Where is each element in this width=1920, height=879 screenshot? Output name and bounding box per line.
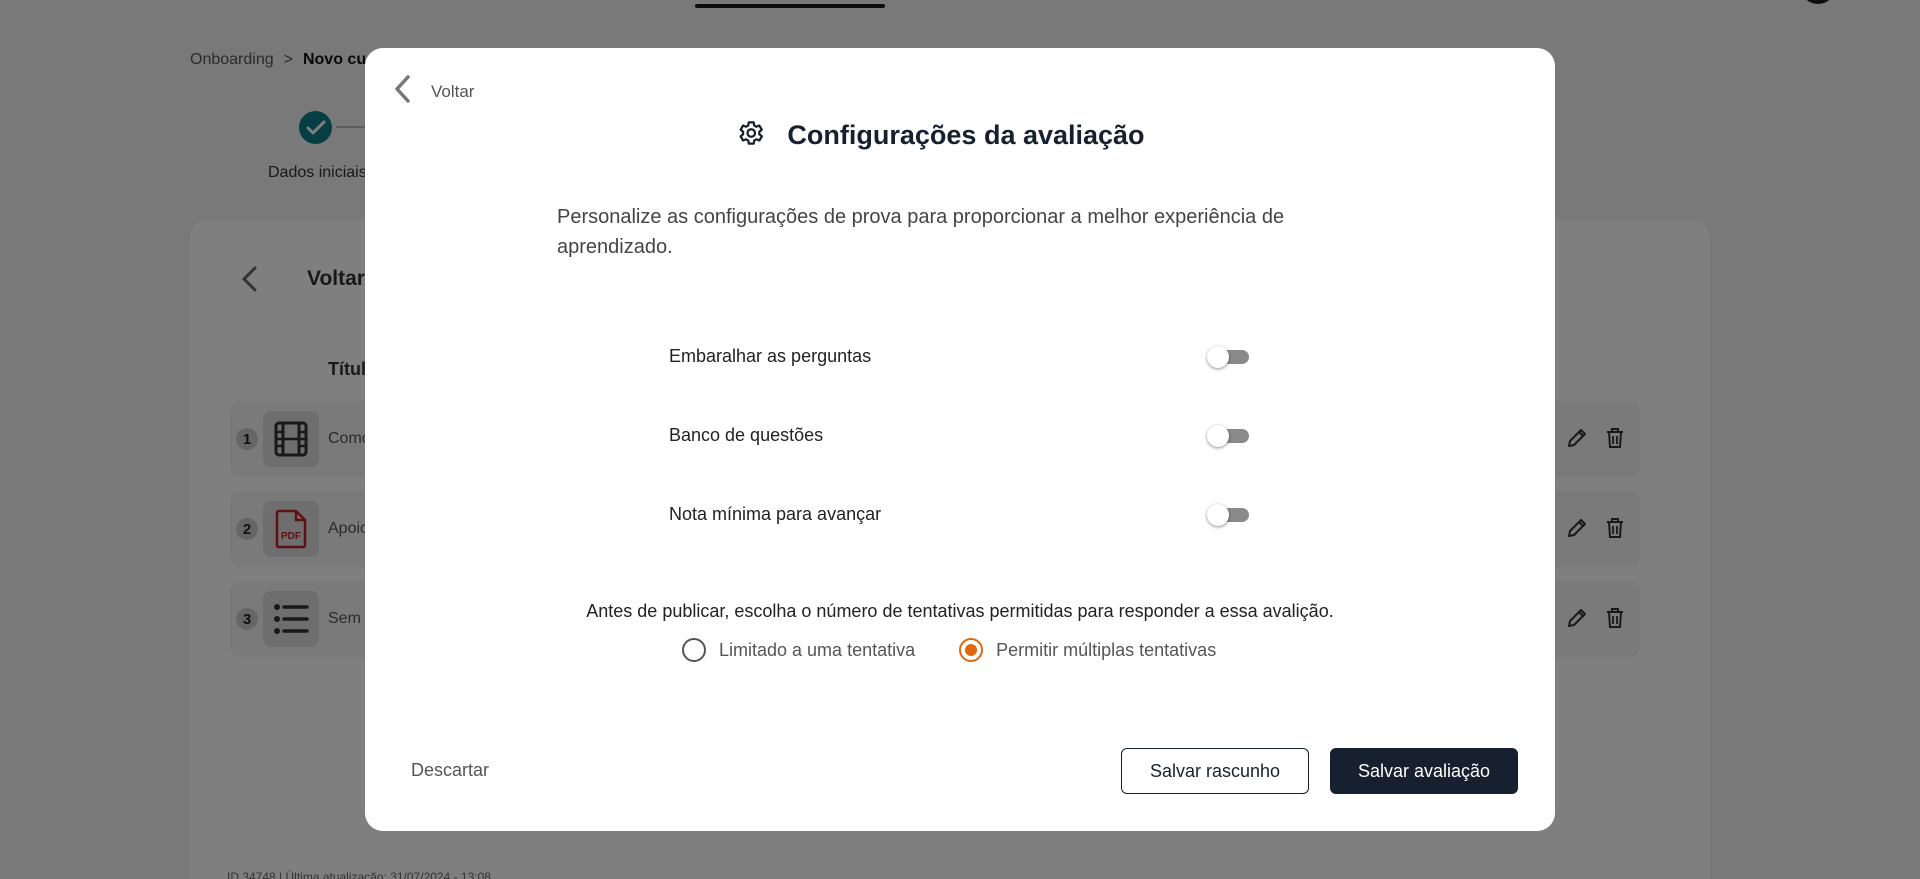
assessment-settings-modal: Voltar Configurações da avaliação Person…: [365, 48, 1555, 831]
shuffle-questions-toggle[interactable]: [1207, 345, 1249, 368]
modal-title: Configurações da avaliação: [787, 120, 1145, 150]
setting-label: Banco de questões: [669, 424, 824, 445]
attempts-radio-group: Limitado a uma tentativa Permitir múltip…: [682, 638, 1216, 662]
radio-multiple-attempts[interactable]: Permitir múltiplas tentativas: [959, 638, 1216, 662]
setting-minimum-grade: Nota mínima para avançar: [669, 499, 1249, 529]
setting-shuffle-questions: Embaralhar as perguntas: [669, 341, 1249, 371]
back-button[interactable]: Voltar: [393, 74, 474, 109]
gear-icon: [735, 118, 765, 153]
minimum-grade-toggle[interactable]: [1207, 503, 1249, 526]
radio-label: Permitir múltiplas tentativas: [996, 639, 1217, 660]
radio-checked-icon[interactable]: [959, 638, 984, 662]
setting-label: Embaralhar as perguntas: [669, 345, 872, 366]
setting-label: Nota mínima para avançar: [669, 503, 882, 524]
back-label: Voltar: [431, 81, 475, 101]
save-draft-button[interactable]: Salvar rascunho: [1121, 748, 1309, 794]
modal-description: Personalize as configurações de prova pa…: [557, 206, 1285, 258]
modal-header: Configurações da avaliação: [365, 118, 1555, 153]
attempts-prompt: Antes de publicar, escolha o número de t…: [586, 601, 1334, 621]
radio-label: Limitado a uma tentativa: [719, 639, 916, 660]
discard-button[interactable]: Descartar: [411, 760, 489, 781]
radio-unchecked-icon[interactable]: [682, 638, 706, 662]
chevron-left-icon: [393, 74, 413, 109]
setting-question-bank: Banco de questões: [669, 420, 1249, 450]
question-bank-toggle[interactable]: [1207, 424, 1249, 447]
save-assessment-button[interactable]: Salvar avaliação: [1330, 748, 1518, 794]
radio-single-attempt[interactable]: Limitado a uma tentativa: [682, 638, 915, 662]
